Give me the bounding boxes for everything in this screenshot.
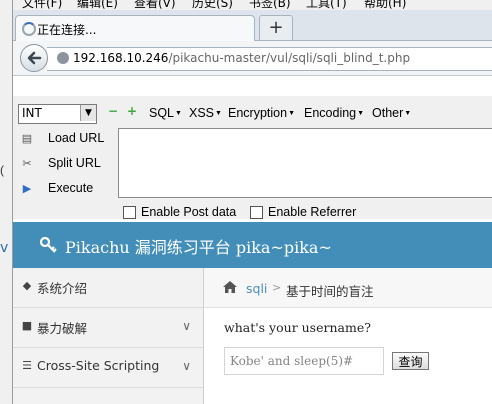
loading-spinner-icon: [22, 22, 36, 36]
hackbar-menu-label: Encoding: [304, 106, 357, 120]
username-prompt: what's your username?: [224, 320, 371, 335]
menu-bookmarks[interactable]: 书签(B): [249, 0, 291, 10]
sidebar-item-label: 暴力破解: [37, 321, 88, 336]
menu-bar: 文件(F) 编辑(E) 查看(V) 历史(S) 书签(B) 工具(T) 帮助(H…: [13, 0, 492, 10]
username-input-value: Kobe' and sleep(5)#: [230, 354, 354, 368]
hackbar-menu-label: SQL: [149, 106, 175, 120]
tab-title: 正在连接...: [37, 23, 97, 37]
menu-edit[interactable]: 编辑(E): [77, 0, 118, 10]
edge-truncated-text: v: [0, 240, 9, 256]
plus-icon[interactable]: +: [127, 105, 137, 117]
browser-tab[interactable]: 正在连接...: [15, 15, 255, 42]
url-host: 192.168.10.246: [73, 51, 169, 65]
hackbar-menu-encryption[interactable]: Encryption▼: [228, 106, 295, 120]
window-left-edge: (: [0, 0, 13, 404]
menu-view[interactable]: 查看(V): [134, 0, 176, 10]
checkbox-box[interactable]: [123, 206, 136, 219]
hackbar-menu-other[interactable]: Other▼: [372, 106, 411, 120]
minus-icon[interactable]: −: [108, 105, 118, 117]
key-icon: [39, 236, 57, 253]
sidebar-item-label: 系统介绍: [37, 281, 88, 296]
site-title[interactable]: Pikachu 漏洞练习平台 pika~pika~: [65, 234, 332, 258]
site-header: Pikachu 漏洞练习平台 pika~pika~: [13, 222, 492, 268]
url-path: /pikachu-master/vul/sqli/sqli_blind_t.ph…: [168, 51, 411, 65]
sidebar: ◆ 系统介绍 ■ 暴力破解 ∨ ☰ Cross-Site Scripting ∨: [13, 268, 204, 404]
load-url-label: Load URL: [48, 131, 105, 145]
caret-icon: ▼: [404, 110, 412, 117]
checkbox-label: Enable Referrer: [268, 205, 357, 219]
load-url-icon: ▤: [21, 133, 33, 145]
list-icon: ☰: [22, 359, 32, 372]
url-text: 192.168.10.246/pikachu-master/vul/sqli/s…: [73, 51, 410, 65]
username-input[interactable]: Kobe' and sleep(5)#: [224, 347, 384, 375]
hackbar-menu-xss[interactable]: XSS▼: [189, 106, 222, 120]
checkbox-box[interactable]: [250, 206, 263, 219]
query-button[interactable]: 查询: [392, 352, 429, 370]
type-select-value: INT: [22, 106, 42, 120]
home-icon[interactable]: [222, 280, 238, 294]
checkbox-label: Enable Post data: [141, 205, 237, 219]
sidebar-item-label: Cross-Site Scripting: [37, 358, 160, 373]
lock-icon: ■: [21, 319, 33, 332]
chevron-down-icon: ∨: [182, 319, 191, 333]
new-tab-button[interactable]: +: [259, 15, 293, 40]
url-bar[interactable]: 192.168.10.246/pikachu-master/vul/sqli/s…: [47, 47, 492, 71]
sidebar-item-xss[interactable]: ☰ Cross-Site Scripting ∨: [13, 348, 203, 388]
back-arrow-icon: [27, 51, 42, 65]
caret-icon: ▼: [215, 110, 222, 117]
menu-file[interactable]: 文件(F): [22, 0, 62, 10]
chevron-down-icon[interactable]: ▼: [80, 105, 96, 121]
site-identity-icon[interactable]: [57, 52, 69, 64]
caret-icon: ▼: [357, 110, 365, 117]
caret-icon: ▼: [288, 110, 295, 117]
menu-history[interactable]: 历史(S): [192, 0, 233, 10]
hackbar-menu-encoding[interactable]: Encoding▼: [304, 106, 364, 120]
type-select[interactable]: INT ▼: [18, 104, 97, 124]
sidebar-item-bruteforce[interactable]: ■ 暴力破解 ∨: [13, 308, 203, 348]
scissors-icon: ✂: [22, 158, 32, 170]
chevron-down-icon: ∨: [182, 359, 191, 373]
caret-icon: ▼: [175, 110, 182, 117]
split-url-label: Split URL: [48, 156, 101, 170]
hackbar-menu-label: Other: [372, 106, 404, 120]
hackbar-url-textarea[interactable]: [118, 128, 492, 198]
hackbar-menu-label: Encryption: [228, 106, 288, 120]
menu-help[interactable]: 帮助(H): [364, 0, 406, 10]
tag-icon: ◆: [22, 279, 32, 292]
breadcrumb-link-sqli[interactable]: sqli: [246, 281, 267, 296]
breadcrumb: sqli > 基于时间的盲注: [204, 268, 492, 308]
hackbar-menu-label: XSS: [189, 106, 215, 120]
back-button[interactable]: [20, 44, 48, 72]
menu-tools[interactable]: 工具(T): [306, 0, 347, 10]
edge-glyph: (: [0, 163, 4, 177]
hackbar-menu-sql[interactable]: SQL▼: [149, 106, 182, 120]
sidebar-item-intro[interactable]: ◆ 系统介绍: [13, 268, 203, 308]
breadcrumb-separator: >: [272, 281, 282, 294]
execute-label: Execute: [48, 181, 94, 195]
play-icon: ▶: [22, 183, 32, 195]
breadcrumb-current: 基于时间的盲注: [286, 284, 374, 299]
